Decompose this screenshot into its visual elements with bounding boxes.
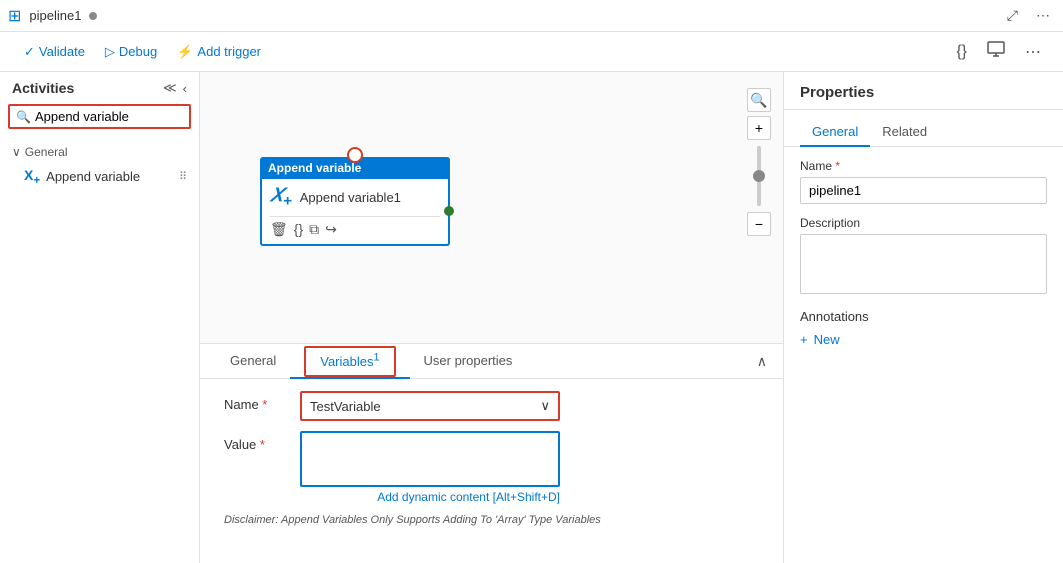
debug-button[interactable]: ▷ Debug: [97, 40, 165, 64]
toolbar: ✓ Validate ▷ Debug ⚡ Add trigger {} ⋯: [0, 32, 1063, 72]
sidebar-collapse-btn[interactable]: ≪: [163, 80, 177, 96]
node-code-btn[interactable]: {}: [294, 221, 303, 238]
zoom-out-btn[interactable]: −: [747, 212, 771, 236]
sidebar-general-section: ∨ General X+ Append variable ⠿: [0, 137, 199, 195]
monitor-button[interactable]: [981, 37, 1011, 66]
node-delete-btn[interactable]: 🗑: [270, 221, 288, 238]
properties-tabs: General Related: [784, 110, 1063, 147]
prop-tab-general[interactable]: General: [800, 118, 870, 147]
search-input[interactable]: [35, 109, 183, 124]
title-bar-right: ⤢ ⋯: [1002, 5, 1055, 26]
bottom-panel-collapse-btn[interactable]: ∧: [757, 353, 767, 370]
more-toolbar-button[interactable]: ⋯: [1019, 38, 1047, 66]
zoom-controls: 🔍 + −: [747, 88, 771, 236]
sidebar-title: Activities: [12, 80, 74, 96]
pipeline-icon: ⊞: [8, 6, 21, 26]
prop-name-field: Name: [800, 159, 1047, 204]
bottom-panel: General Variables1 User properties ∧ Nam…: [200, 343, 783, 563]
modified-dot: [89, 12, 97, 20]
zoom-slider-thumb: [753, 170, 765, 182]
new-annotation-button[interactable]: + New: [800, 332, 840, 347]
name-dropdown[interactable]: TestVariable ∨: [300, 391, 560, 421]
prop-name-label: Name: [800, 159, 1047, 173]
chevron-down-icon: ∨: [12, 145, 21, 159]
tab-user-properties[interactable]: User properties: [410, 345, 527, 378]
name-form-row: Name TestVariable ∨: [224, 391, 759, 421]
code-button[interactable]: {}: [950, 39, 973, 65]
node-connect-circle: [347, 147, 363, 163]
value-field-wrapper: Add dynamic content [Alt+Shift+D]: [300, 431, 560, 504]
tab-variables-highlight: Variables1: [304, 346, 395, 377]
activity-node[interactable]: Append variable 𝑋+ Append variable1 🗑 {}…: [260, 157, 450, 246]
sidebar-header-icons: ≪ ‹: [163, 80, 187, 96]
add-trigger-button[interactable]: ⚡ Add trigger: [169, 40, 269, 64]
prop-tab-related[interactable]: Related: [870, 118, 939, 147]
expand-button[interactable]: ⤢: [1002, 5, 1023, 26]
sidebar-item-append-variable[interactable]: X+ Append variable ⠿: [0, 163, 199, 191]
plus-icon: +: [800, 332, 808, 347]
zoom-in-btn[interactable]: +: [747, 116, 771, 140]
append-variable-icon: X+: [24, 167, 40, 187]
bottom-content: Name TestVariable ∨ Value Add dynamic co…: [200, 379, 783, 538]
search-box: 🔍: [8, 104, 191, 129]
prop-description-field: Description: [800, 216, 1047, 297]
properties-content: Name Description Annotations + New: [784, 147, 1063, 563]
disclaimer-text: Disclaimer: Append Variables Only Suppor…: [224, 514, 759, 526]
sidebar-collapse2-btn[interactable]: ‹: [183, 80, 187, 96]
node-body: 𝑋+ Append variable1 🗑 {} ⧉ ↪: [260, 179, 450, 246]
activity-icon: 𝑋+: [270, 185, 292, 210]
dropdown-chevron-icon: ∨: [540, 398, 550, 414]
title-bar: ⊞ pipeline1 ⤢ ⋯: [0, 0, 1063, 32]
zoom-fit-btn[interactable]: 🔍: [747, 88, 771, 112]
debug-icon: ▷: [105, 44, 115, 60]
node-connect-btn[interactable]: ↪: [325, 221, 337, 238]
prop-name-input[interactable]: [800, 177, 1047, 204]
sidebar: Activities ≪ ‹ 🔍 ∨ General X+ Append var…: [0, 72, 200, 563]
more-options-button[interactable]: ⋯: [1031, 5, 1055, 26]
toolbar-right: {} ⋯: [950, 37, 1047, 66]
canvas-area[interactable]: Append variable 𝑋+ Append variable1 🗑 {}…: [200, 72, 783, 563]
node-content: 𝑋+ Append variable1: [270, 185, 440, 210]
tab-variables[interactable]: Variables1: [290, 344, 409, 379]
prop-description-textarea[interactable]: [800, 234, 1047, 294]
name-label: Name: [224, 391, 284, 412]
tab-general[interactable]: General: [216, 345, 290, 378]
properties-panel: Properties General Related Name Descript…: [783, 72, 1063, 563]
sidebar-header: Activities ≪ ‹: [0, 72, 199, 104]
bottom-tabs: General Variables1 User properties ∧: [200, 344, 783, 379]
node-status-dot: [444, 206, 454, 216]
trigger-icon: ⚡: [177, 44, 193, 60]
pipeline-name: pipeline1: [29, 8, 81, 23]
prop-description-label: Description: [800, 216, 1047, 230]
dynamic-content-link[interactable]: Add dynamic content [Alt+Shift+D]: [300, 490, 560, 504]
sidebar-item-actions: ⠿: [179, 170, 187, 183]
sidebar-general-header[interactable]: ∨ General: [0, 141, 199, 163]
node-toolbar: 🗑 {} ⧉ ↪: [270, 216, 440, 238]
value-form-row: Value Add dynamic content [Alt+Shift+D]: [224, 431, 759, 504]
validate-icon: ✓: [24, 44, 35, 60]
title-bar-left: ⊞ pipeline1: [8, 6, 97, 26]
main-container: Activities ≪ ‹ 🔍 ∨ General X+ Append var…: [0, 72, 1063, 563]
properties-title: Properties: [784, 72, 1063, 110]
prop-annotations: Annotations + New: [800, 309, 1047, 347]
annotations-label: Annotations: [800, 309, 1047, 324]
search-icon: 🔍: [16, 110, 31, 124]
node-copy-btn[interactable]: ⧉: [309, 221, 319, 238]
validate-button[interactable]: ✓ Validate: [16, 40, 93, 64]
value-label: Value: [224, 431, 284, 452]
sidebar-item-drag-btn[interactable]: ⠿: [179, 170, 187, 183]
value-textarea[interactable]: [300, 431, 560, 487]
zoom-slider-track: [757, 146, 761, 206]
